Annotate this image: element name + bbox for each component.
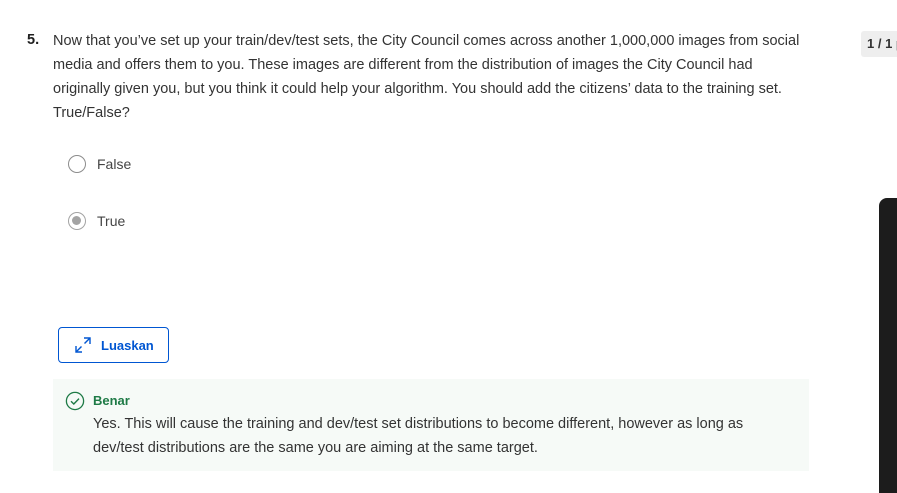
feedback-text: Yes. This will cause the training and de… (93, 416, 744, 456)
score-badge: 1 / 1 p (861, 31, 897, 57)
radio-button-checked[interactable] (68, 212, 86, 230)
explain-button-label: Luaskan (101, 337, 154, 353)
radio-button-unchecked[interactable] (68, 155, 86, 173)
option-label: False (97, 156, 132, 172)
feedback-panel: Benar Yes. This will cause the training … (53, 379, 809, 471)
check-circle-icon (65, 391, 85, 416)
option-false[interactable]: False (68, 155, 131, 173)
side-panel (879, 198, 897, 493)
explain-button[interactable]: Luaskan (58, 327, 169, 363)
expand-arrows-icon (74, 336, 92, 354)
feedback-status: Benar (93, 393, 130, 408)
question-number: 5. (27, 32, 40, 48)
quiz-page: 5. Now that you’ve set up your train/dev… (0, 0, 897, 493)
question-text: Now that you’ve set up your train/dev/te… (53, 33, 800, 121)
option-label: True (97, 213, 126, 229)
option-true[interactable]: True (68, 212, 125, 230)
